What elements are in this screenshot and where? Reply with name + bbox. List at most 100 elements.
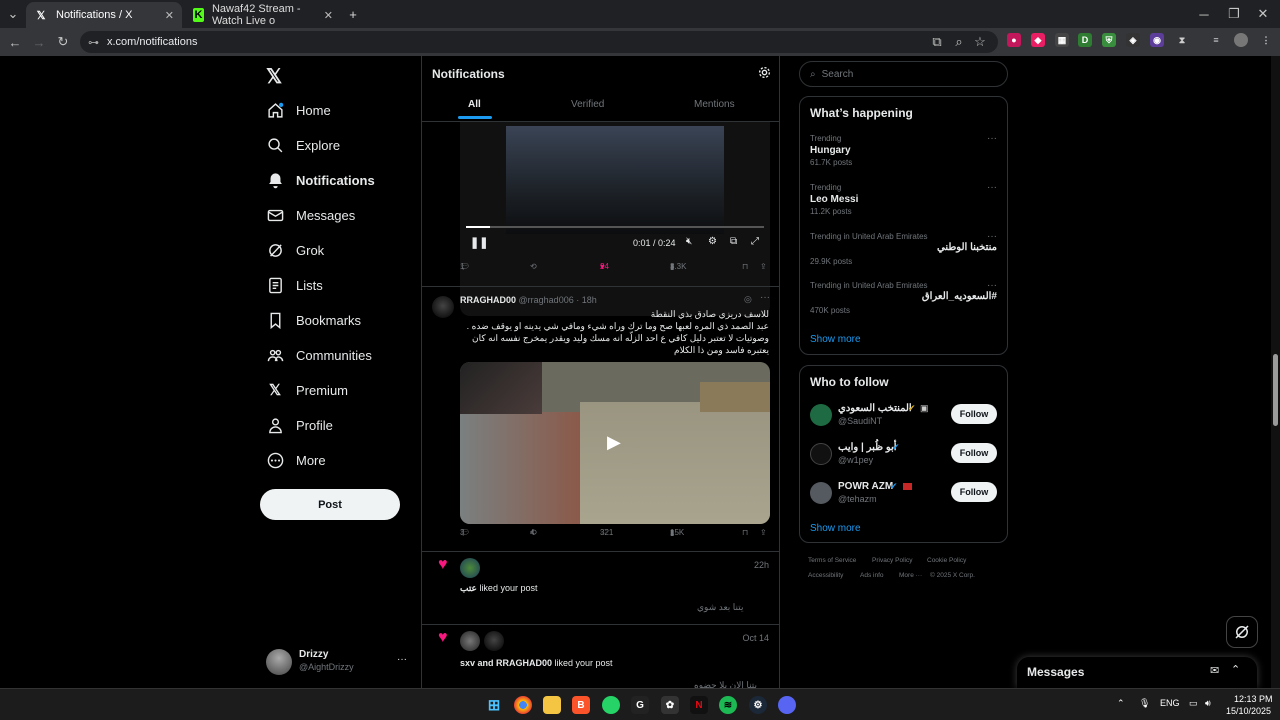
reload-icon[interactable]: ↻	[54, 33, 72, 51]
like-notification[interactable]: ♥ 22h عتب liked your post يتنا بعد شوي	[422, 552, 779, 624]
trend-more-icon[interactable]: ···	[987, 280, 997, 291]
nav-bookmarks[interactable]: Bookmarks	[266, 305, 361, 335]
extension-d-icon[interactable]: D	[1078, 33, 1092, 47]
messages-drawer[interactable]: Messages ✉ ⌃	[1017, 657, 1257, 688]
follow-button[interactable]: Follow	[951, 443, 997, 463]
file-explorer-icon[interactable]	[543, 696, 561, 714]
nav-home[interactable]: Home	[266, 95, 331, 125]
tab-verified[interactable]: Verified	[571, 99, 604, 110]
play-icon[interactable]: ▶	[607, 432, 621, 453]
video-settings-icon[interactable]: ⚙	[708, 236, 717, 247]
bookmark-star-icon[interactable]: ☆	[971, 33, 989, 51]
zoom-icon[interactable]: ⌕	[950, 33, 968, 51]
language-indicator[interactable]: ENG	[1160, 698, 1180, 708]
extension-diamond-icon[interactable]: ◈	[1126, 33, 1140, 47]
back-icon[interactable]: ←	[6, 33, 24, 51]
grok-small-icon[interactable]: ◎	[744, 294, 752, 305]
avatar[interactable]	[810, 482, 832, 504]
follow-suggestion-name[interactable]: POWR AZM	[838, 481, 893, 492]
tab-search-icon[interactable]: ⌄	[4, 5, 22, 23]
trend-more-icon[interactable]: ···	[987, 182, 997, 193]
trend-item[interactable]: Trending in United Arab Emirates منتخبنا…	[800, 227, 1007, 271]
steam-icon[interactable]: ⚙	[749, 696, 767, 714]
footer-link[interactable]: Accessibility	[808, 572, 843, 579]
pip-icon[interactable]: ⧉	[730, 236, 737, 247]
trend-item[interactable]: Trending Leo Messi 11.2K posts ···	[800, 178, 1007, 222]
discord-icon[interactable]	[778, 696, 796, 714]
clock-time[interactable]: 12:13 PM	[1234, 694, 1273, 704]
browser-tab-notifications[interactable]: 𝕏 Notifications / X ✕	[26, 2, 182, 28]
extension-grid-icon[interactable]: ▦	[1055, 33, 1069, 47]
page-scrollbar[interactable]	[1271, 56, 1280, 688]
avatar[interactable]	[810, 443, 832, 465]
settings-gear-icon[interactable]	[758, 66, 771, 82]
tray-overflow-icon[interactable]: ⌃	[1117, 698, 1125, 709]
trend-more-icon[interactable]: ···	[987, 231, 997, 242]
pause-icon[interactable]: ❚❚	[470, 236, 488, 249]
brave-icon[interactable]: B	[572, 696, 590, 714]
follow-button[interactable]: Follow	[951, 482, 997, 502]
footer-link[interactable]: Terms of Service	[808, 557, 856, 564]
tab-mentions[interactable]: Mentions	[694, 99, 735, 110]
extensions-puzzle-icon[interactable]: ⧗	[1175, 33, 1189, 47]
browser-tab-stream[interactable]: K Nawaf42 Stream - Watch Live o ✕	[185, 2, 341, 28]
spotify-icon[interactable]: ≋	[719, 696, 737, 714]
x-logo-icon[interactable]: 𝕏	[266, 64, 282, 89]
windows-start-icon[interactable]: ⊞	[485, 696, 503, 714]
mute-icon[interactable]: 🔇︎	[686, 236, 692, 247]
video-thumbnail[interactable]: ▶	[460, 362, 770, 524]
restore-icon[interactable]: ❐	[1225, 5, 1243, 23]
follow-suggestion-name[interactable]: أبو ظُبر | وايب	[838, 442, 897, 453]
netflix-icon[interactable]: N	[690, 696, 708, 714]
nav-communities[interactable]: Communities	[266, 340, 372, 370]
minimize-icon[interactable]: ─	[1195, 5, 1213, 23]
scrollbar-thumb[interactable]	[1273, 354, 1278, 426]
trend-item[interactable]: Trending Hungary 61.7K posts ···	[800, 129, 1007, 173]
app-g-icon[interactable]: G	[631, 696, 649, 714]
tab-all[interactable]: All	[468, 99, 481, 110]
extension-red-icon[interactable]: ●	[1007, 33, 1021, 47]
whatsapp-icon[interactable]	[602, 696, 620, 714]
extension-shield-icon[interactable]: ⛨	[1102, 33, 1116, 47]
new-tab-button[interactable]: +	[344, 5, 362, 23]
nav-messages[interactable]: Messages	[266, 200, 355, 230]
show-more-link[interactable]: Show more	[810, 523, 861, 534]
nav-grok[interactable]: Grok	[266, 235, 324, 265]
tweet-author[interactable]: RRAGHAD00 @rraghad006 · 18h	[460, 295, 597, 305]
extension-eye-icon[interactable]: ◉	[1150, 33, 1164, 47]
account-switcher[interactable]: Drizzy @AightDrizzy ···	[266, 647, 412, 677]
trend-item[interactable]: Trending in United Arab Emirates #السعود…	[800, 276, 1007, 320]
avatar[interactable]	[810, 404, 832, 426]
microphone-icon[interactable]: 🎙︎	[1139, 698, 1150, 709]
like-notification[interactable]: ♥ Oct 14 sxv and RRAGHAD00 liked your po…	[422, 625, 779, 688]
footer-link[interactable]: Ads info	[860, 572, 884, 579]
footer-link[interactable]: More ···	[899, 572, 922, 579]
cast-icon[interactable]: ⧉	[928, 33, 946, 51]
nav-lists[interactable]: Lists	[266, 270, 323, 300]
nav-notifications[interactable]: Notifications	[266, 165, 375, 195]
trend-more-icon[interactable]: ···	[987, 133, 997, 144]
address-bar[interactable]: ⊶ x.com/notifications	[80, 31, 998, 53]
network-icon[interactable]: ▭	[1189, 698, 1198, 709]
app-chatgpt-icon[interactable]: ✿	[661, 696, 679, 714]
extension-pink-icon[interactable]: ◆	[1031, 33, 1045, 47]
forward-icon[interactable]: →	[30, 33, 48, 51]
grok-button[interactable]	[1226, 616, 1258, 648]
browser-menu-icon[interactable]: ⋮	[1259, 33, 1273, 47]
nav-profile[interactable]: Profile	[266, 410, 333, 440]
nav-explore[interactable]: Explore	[266, 130, 340, 160]
window-close-icon[interactable]: ✕	[1254, 5, 1272, 23]
nav-premium[interactable]: 𝕏 Premium	[266, 375, 348, 405]
chrome-icon[interactable]	[514, 696, 532, 714]
tab-groups-icon[interactable]: ≡	[1209, 33, 1223, 47]
account-menu-icon[interactable]: ···	[397, 654, 407, 665]
site-info-icon[interactable]: ⊶	[88, 36, 99, 49]
clock-date[interactable]: 15/10/2025	[1226, 706, 1271, 716]
new-message-icon[interactable]: ✉	[1210, 664, 1219, 677]
follow-button[interactable]: Follow	[951, 404, 997, 424]
close-icon[interactable]: ✕	[324, 9, 333, 22]
video-progress-bar[interactable]	[466, 226, 764, 228]
profile-avatar-icon[interactable]	[1234, 33, 1248, 47]
search-input[interactable]: ⌕ Search	[799, 61, 1008, 87]
footer-link[interactable]: Privacy Policy	[872, 557, 912, 564]
